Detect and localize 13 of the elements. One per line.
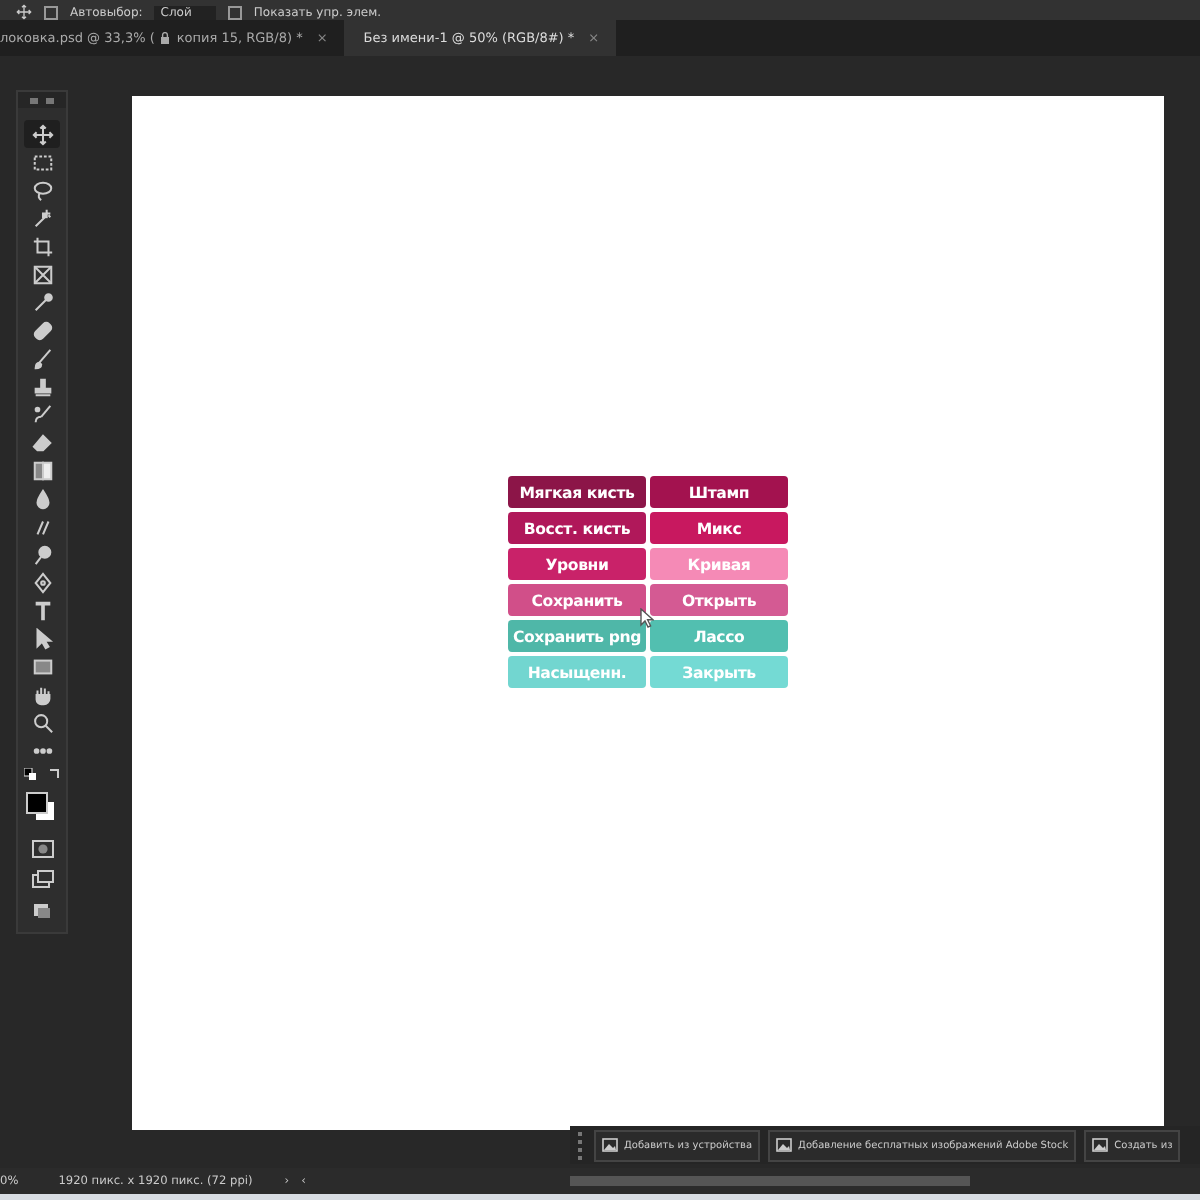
image-icon (776, 1138, 793, 1152)
cursor-icon (640, 608, 654, 628)
lock-icon (160, 32, 171, 44)
move-icon[interactable] (16, 4, 32, 20)
screen-mode-icon[interactable] (31, 870, 53, 888)
move-icon[interactable] (24, 120, 60, 148)
image-icon (602, 1138, 618, 1152)
default-colors-icon[interactable] (24, 768, 36, 780)
quick-mask-icon[interactable] (31, 840, 53, 858)
color-swatches-icon[interactable] (26, 792, 58, 824)
layers-icon[interactable] (32, 902, 52, 920)
image-icon (1092, 1138, 1109, 1152)
scrollbar[interactable] (570, 1176, 970, 1186)
